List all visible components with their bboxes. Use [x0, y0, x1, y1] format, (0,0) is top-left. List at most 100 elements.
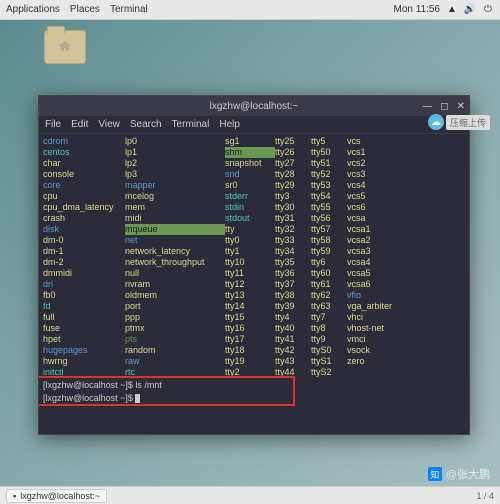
ls-entry: vcsa1 — [347, 224, 407, 235]
ls-column-1: cdromcentoscharconsolecorecpucpu_dma_lat… — [43, 136, 125, 378]
terminal-titlebar[interactable]: lxgzhw@localhost:~ — ◻ ✕ — [39, 96, 469, 116]
ls-entry: network_throughput — [125, 257, 225, 268]
ls-column-3: sg1shmsnapshotsndsr0stderrstdinstdouttty… — [225, 136, 275, 378]
menu-terminal[interactable]: Terminal — [110, 4, 148, 15]
minimize-button[interactable]: — — [422, 101, 432, 112]
ls-entry: tty61 — [311, 279, 347, 290]
maximize-button[interactable]: ◻ — [440, 101, 448, 112]
clock: Mon 11:56 — [393, 4, 440, 15]
terminal-prompt-1: [lxgzhw@localhost ~]$ ls /mnt — [43, 380, 465, 391]
ls-entry: core — [43, 180, 125, 191]
ls-entry: random — [125, 345, 225, 356]
ls-entry: full — [43, 312, 125, 323]
ls-entry: mcelog — [125, 191, 225, 202]
ls-entry: tty8 — [311, 323, 347, 334]
ls-entry: tty44 — [275, 367, 311, 378]
ls-entry: zero — [347, 356, 407, 367]
ls-entry: vcsa4 — [347, 257, 407, 268]
ls-entry: crash — [43, 213, 125, 224]
upload-label: 压缩上传 — [446, 115, 490, 130]
taskbar-terminal[interactable]: ▪ lxgzhw@localhost:~ — [6, 489, 107, 503]
ls-entry: tty7 — [311, 312, 347, 323]
home-icon — [56, 39, 74, 53]
ls-entry: cdrom — [43, 136, 125, 147]
ls-entry: hwrng — [43, 356, 125, 367]
ls-entry: tty — [225, 224, 275, 235]
ls-entry: ttyS0 — [311, 345, 347, 356]
ls-entry: ttyS2 — [311, 367, 347, 378]
ls-entry: centos — [43, 147, 125, 158]
terminal-body[interactable]: cdromcentoscharconsolecorecpucpu_dma_lat… — [39, 134, 469, 434]
ls-entry: vmci — [347, 334, 407, 345]
ls-entry: ppp — [125, 312, 225, 323]
ls-entry: tty10 — [225, 257, 275, 268]
ls-entry: dmmidi — [43, 268, 125, 279]
ls-entry: hugepages — [43, 345, 125, 356]
ls-entry: dm-1 — [43, 246, 125, 257]
upload-badge[interactable]: ☁ 压缩上传 — [428, 114, 490, 130]
ls-column-2: lp0lp1lp2lp3mappermcelogmemmidimqueuenet… — [125, 136, 225, 378]
ls-entry: dm-0 — [43, 235, 125, 246]
desktop-home-folder[interactable] — [40, 30, 90, 80]
desktop-taskbar: ▪ lxgzhw@localhost:~ 1 / 4 — [0, 486, 500, 504]
ls-entry: vcs — [347, 136, 407, 147]
ls-entry: console — [43, 169, 125, 180]
ls-entry: tty41 — [275, 334, 311, 345]
terminal-menu-search[interactable]: Search — [130, 119, 162, 130]
ls-entry: sr0 — [225, 180, 275, 191]
ls-entry: tty43 — [275, 356, 311, 367]
terminal-menu-view[interactable]: View — [98, 119, 120, 130]
ls-entry: tty0 — [225, 235, 275, 246]
ls-entry: tty38 — [275, 290, 311, 301]
ls-entry: ttyS1 — [311, 356, 347, 367]
ls-entry: tty25 — [275, 136, 311, 147]
ls-entry: stderr — [225, 191, 275, 202]
ls-entry: tty30 — [275, 202, 311, 213]
ls-entry: tty32 — [275, 224, 311, 235]
terminal-window[interactable]: lxgzhw@localhost:~ — ◻ ✕ File Edit View Sea… — [38, 95, 470, 435]
terminal-menu-edit[interactable]: Edit — [71, 119, 88, 130]
ls-entry: vcsa — [347, 213, 407, 224]
menu-applications[interactable]: Applications — [6, 4, 60, 15]
terminal-menu-terminal[interactable]: Terminal — [172, 119, 210, 130]
terminal-title-text: lxgzhw@localhost:~ — [210, 101, 299, 112]
ls-entry: tty31 — [275, 213, 311, 224]
ls-entry: tty26 — [275, 147, 311, 158]
ls-entry: vcs1 — [347, 147, 407, 158]
ls-entry: lp0 — [125, 136, 225, 147]
network-icon[interactable]: ▲ — [446, 4, 458, 16]
ls-entry: vcs6 — [347, 202, 407, 213]
watermark-author: @张大鹏 — [446, 466, 490, 482]
ls-entry: tty59 — [311, 246, 347, 257]
volume-icon[interactable]: 🔊 — [464, 4, 476, 16]
power-icon[interactable]: ⏻ — [482, 4, 494, 16]
ls-entry: tty12 — [225, 279, 275, 290]
ls-entry: dm-2 — [43, 257, 125, 268]
ls-entry: stdin — [225, 202, 275, 213]
terminal-menu-help[interactable]: Help — [219, 119, 240, 130]
ls-entry: tty60 — [311, 268, 347, 279]
ls-entry: vcsa3 — [347, 246, 407, 257]
ls-entry: vfio — [347, 290, 407, 301]
ls-entry: lp2 — [125, 158, 225, 169]
cloud-icon: ☁ — [428, 114, 444, 130]
cursor — [135, 394, 140, 403]
ls-entry: tty13 — [225, 290, 275, 301]
ls-entry: tty4 — [275, 312, 311, 323]
ls-entry: dri — [43, 279, 125, 290]
ls-entry: tty16 — [225, 323, 275, 334]
ls-entry: tty3 — [275, 191, 311, 202]
close-button[interactable]: ✕ — [457, 101, 465, 112]
ls-entry: tty62 — [311, 290, 347, 301]
ls-entry: tty27 — [275, 158, 311, 169]
menu-places[interactable]: Places — [70, 4, 100, 15]
terminal-menu-file[interactable]: File — [45, 119, 61, 130]
ls-entry: fuse — [43, 323, 125, 334]
ls-entry: snapshot — [225, 158, 275, 169]
ls-entry: network_latency — [125, 246, 225, 257]
ls-entry: tty54 — [311, 191, 347, 202]
ls-entry: vcs2 — [347, 158, 407, 169]
ls-entry: snd — [225, 169, 275, 180]
ls-entry: lp1 — [125, 147, 225, 158]
ls-entry: tty2 — [225, 367, 275, 378]
